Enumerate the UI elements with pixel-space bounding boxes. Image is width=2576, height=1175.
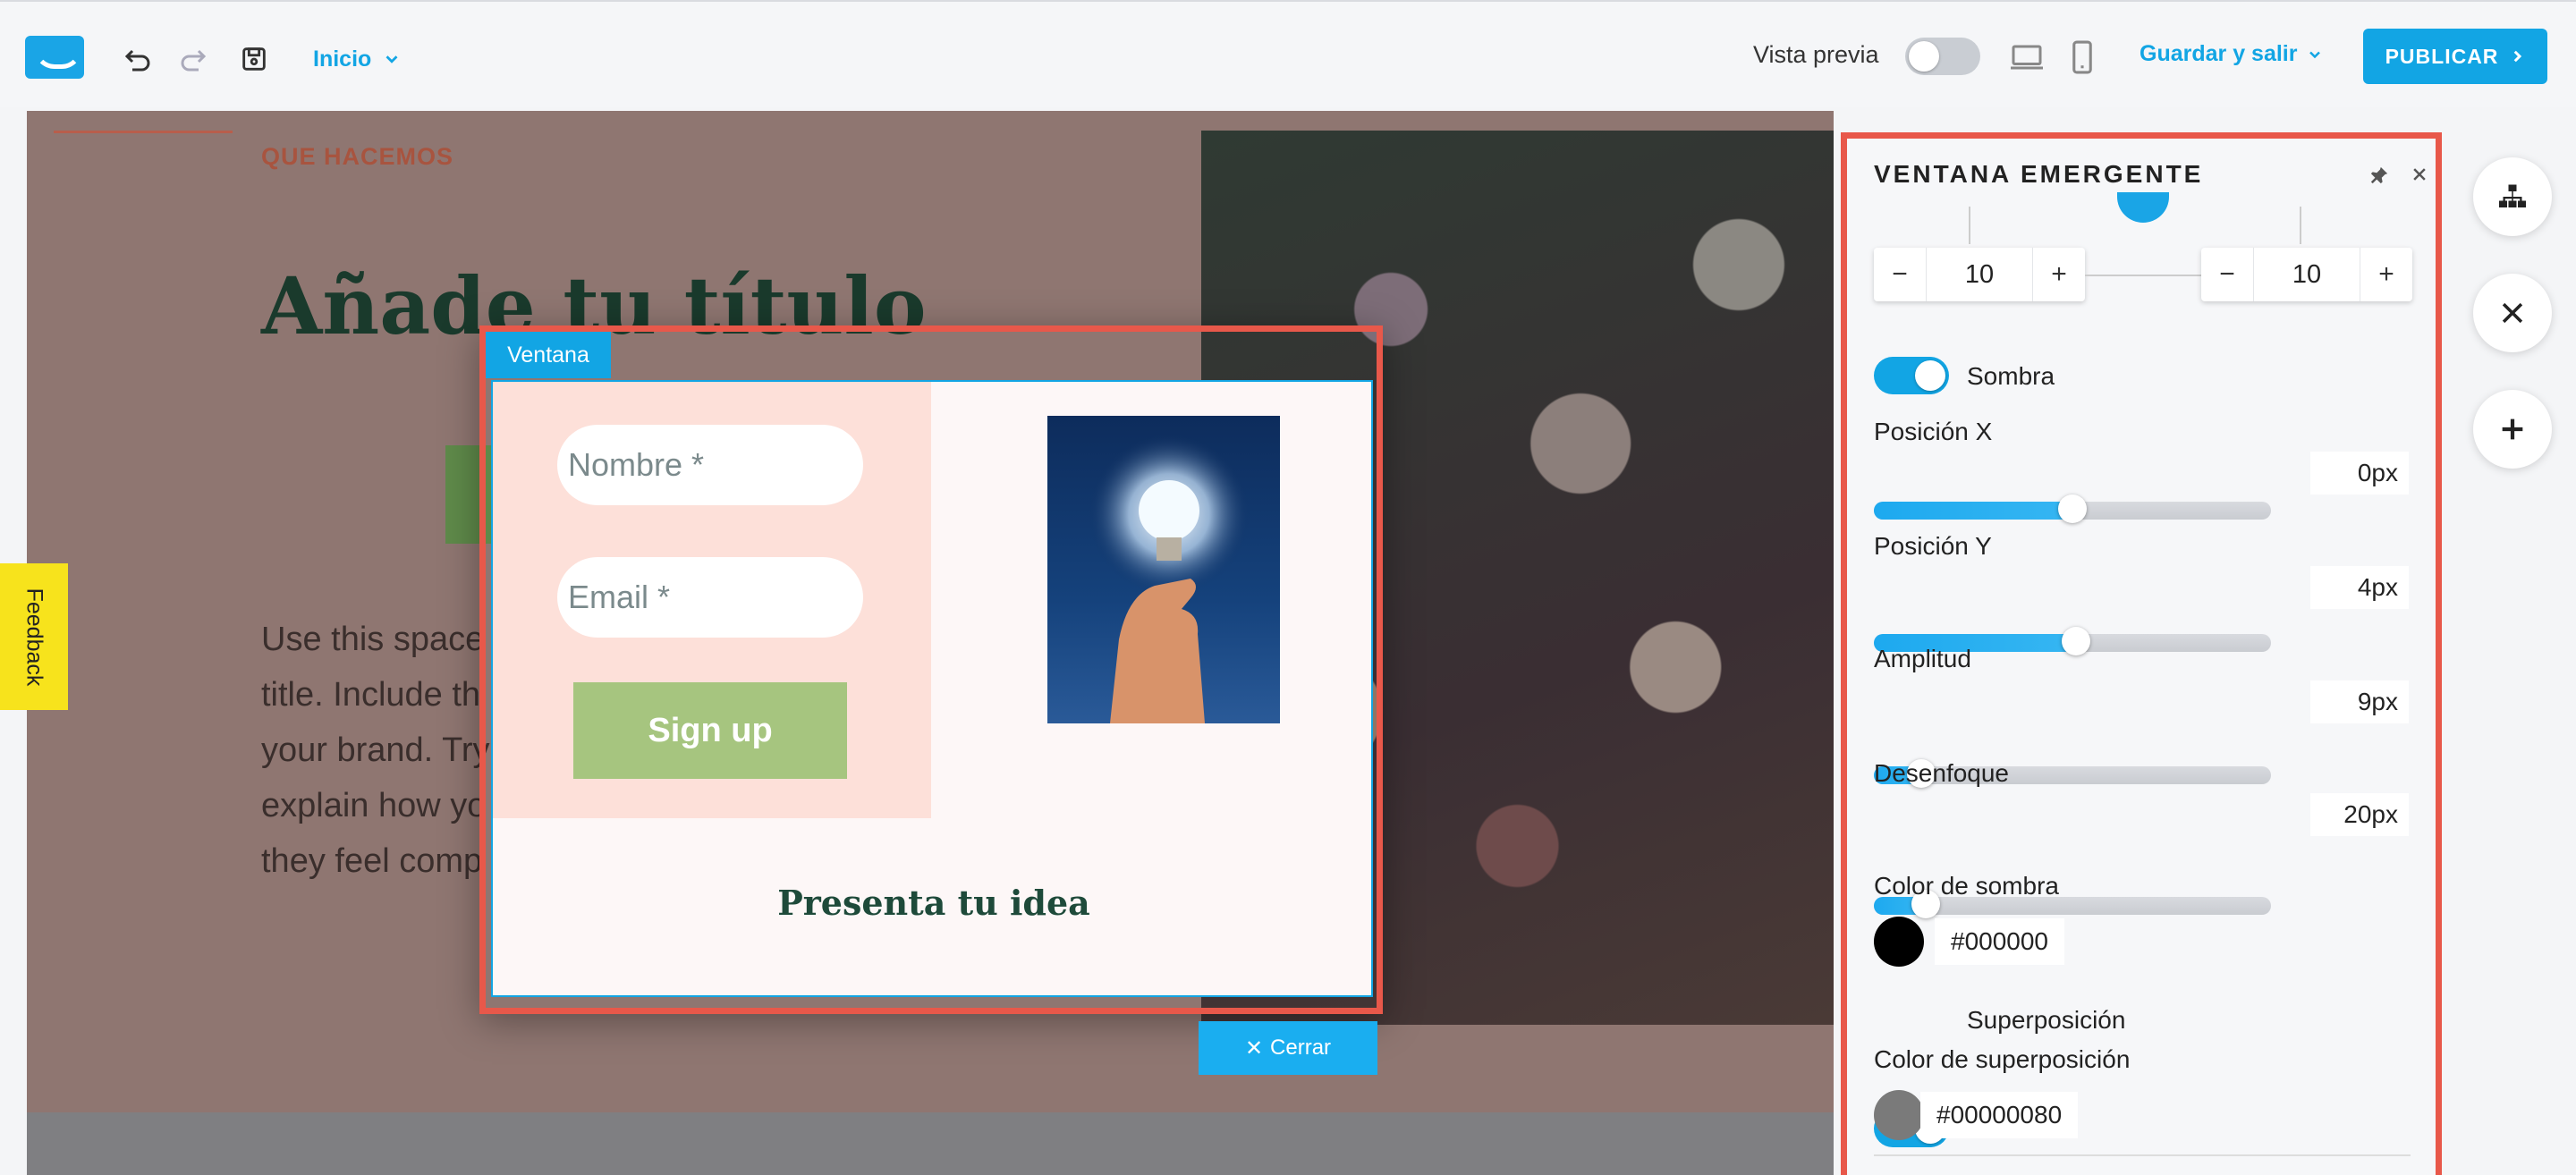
plus-icon <box>2502 418 2523 440</box>
pos-x-value[interactable]: 0px <box>2310 452 2409 495</box>
desktop-icon[interactable] <box>2007 38 2046 77</box>
logo-icon[interactable] <box>25 36 84 79</box>
popup-settings-panel: VENTANA EMERGENTE − 10 + − 10 + Sombra P… <box>1841 132 2442 1175</box>
minus-button[interactable]: − <box>1874 248 1926 301</box>
add-element-button[interactable] <box>2473 390 2552 469</box>
close-editor-button[interactable] <box>2473 274 2552 352</box>
feedback-label: Feedback <box>21 588 47 686</box>
anchor-handle[interactable] <box>2117 192 2169 223</box>
close-popup-label: Cerrar <box>1270 1036 1332 1060</box>
signup-form: Nombre * Email * Sign up <box>493 382 931 818</box>
signup-button[interactable]: Sign up <box>573 682 847 779</box>
close-icon[interactable] <box>2411 165 2428 190</box>
top-toolbar: Inicio Vista previa Guardar y salir PUBL… <box>0 0 2576 107</box>
mobile-icon[interactable] <box>2063 38 2102 77</box>
shadow-color-label: Color de sombra <box>1874 872 2059 900</box>
page-selector-label: Inicio <box>313 46 372 72</box>
shadow-color-swatch[interactable] <box>1874 917 1924 967</box>
guide-line <box>2300 207 2301 244</box>
minus-button[interactable]: − <box>2201 248 2253 301</box>
blur-value[interactable]: 20px <box>2310 793 2409 836</box>
pin-icon[interactable] <box>2369 165 2389 190</box>
stepper-value[interactable]: 10 <box>1926 248 2033 301</box>
pos-x-label: Posición X <box>1874 418 1993 445</box>
undo-icon[interactable] <box>118 39 157 79</box>
close-icon: ✕ <box>1244 1036 1264 1061</box>
page-selector[interactable]: Inicio <box>313 41 402 77</box>
name-input[interactable]: Nombre * <box>557 425 863 505</box>
pos-x-slider[interactable] <box>1874 495 2271 523</box>
stepper-value[interactable]: 10 <box>2253 248 2360 301</box>
chevron-down-icon <box>386 55 398 63</box>
overlay-color-label: Color de superposición <box>1874 1045 2131 1073</box>
chevron-down-icon <box>2309 51 2321 58</box>
feedback-tab[interactable]: Feedback <box>0 563 68 710</box>
height-stepper[interactable]: − 10 + <box>2201 248 2412 301</box>
save-exit-menu[interactable]: Guardar y salir <box>2140 41 2324 67</box>
width-stepper[interactable]: − 10 + <box>1874 248 2085 301</box>
stepper-link-line <box>2085 275 2201 276</box>
publish-label: PUBLICAR <box>2385 44 2499 68</box>
pos-y-label: Posición Y <box>1874 532 1992 560</box>
lightbulb-image[interactable] <box>1047 416 1280 723</box>
publish-button[interactable]: PUBLICAR <box>2363 29 2547 84</box>
pos-y-value[interactable]: 4px <box>2310 566 2409 609</box>
preview-label: Vista previa <box>1753 41 1879 68</box>
divider <box>1874 1154 2411 1156</box>
popup-tag[interactable]: Ventana <box>486 332 611 378</box>
preview-toggle[interactable] <box>1905 38 1980 75</box>
popup-heading[interactable]: Presenta tu idea <box>493 883 1375 923</box>
spread-label: Amplitud <box>1874 645 1971 672</box>
plus-button[interactable]: + <box>2033 248 2085 301</box>
spread-value[interactable]: 9px <box>2310 680 2409 723</box>
popup-window[interactable]: Ventana Nombre * Email * Sign up Present… <box>479 325 1383 1014</box>
overlay-label: Superposición <box>1967 1006 2126 1034</box>
shadow-toggle[interactable] <box>1874 357 1949 394</box>
overlay-color-swatch[interactable] <box>1874 1090 1924 1140</box>
guide-line <box>1969 207 1970 244</box>
shadow-color-value[interactable]: #000000 <box>1935 918 2065 965</box>
panel-title: VENTANA EMERGENTE <box>1874 160 2204 188</box>
section-divider <box>54 131 233 133</box>
shadow-label: Sombra <box>1967 362 2055 390</box>
blur-label: Desenfoque <box>1874 759 2010 787</box>
popup-content: Nombre * Email * Sign up Presenta tu ide… <box>491 380 1373 997</box>
sitemap-button[interactable] <box>2473 157 2552 236</box>
plus-button[interactable]: + <box>2360 248 2412 301</box>
sitemap-icon <box>2499 184 2526 207</box>
overlay-color-value[interactable]: #00000080 <box>1920 1092 2079 1138</box>
close-popup-button[interactable]: ✕ Cerrar <box>1199 1021 1377 1075</box>
email-input[interactable]: Email * <box>557 557 863 638</box>
close-editor-icon <box>2502 302 2523 324</box>
chevron-right-icon <box>2514 50 2522 63</box>
redo-icon[interactable] <box>174 39 213 79</box>
save-exit-label: Guardar y salir <box>2140 41 2298 66</box>
next-section <box>27 1112 1834 1175</box>
section-label: QUE HACEMOS <box>261 143 454 170</box>
save-icon[interactable] <box>234 39 274 79</box>
